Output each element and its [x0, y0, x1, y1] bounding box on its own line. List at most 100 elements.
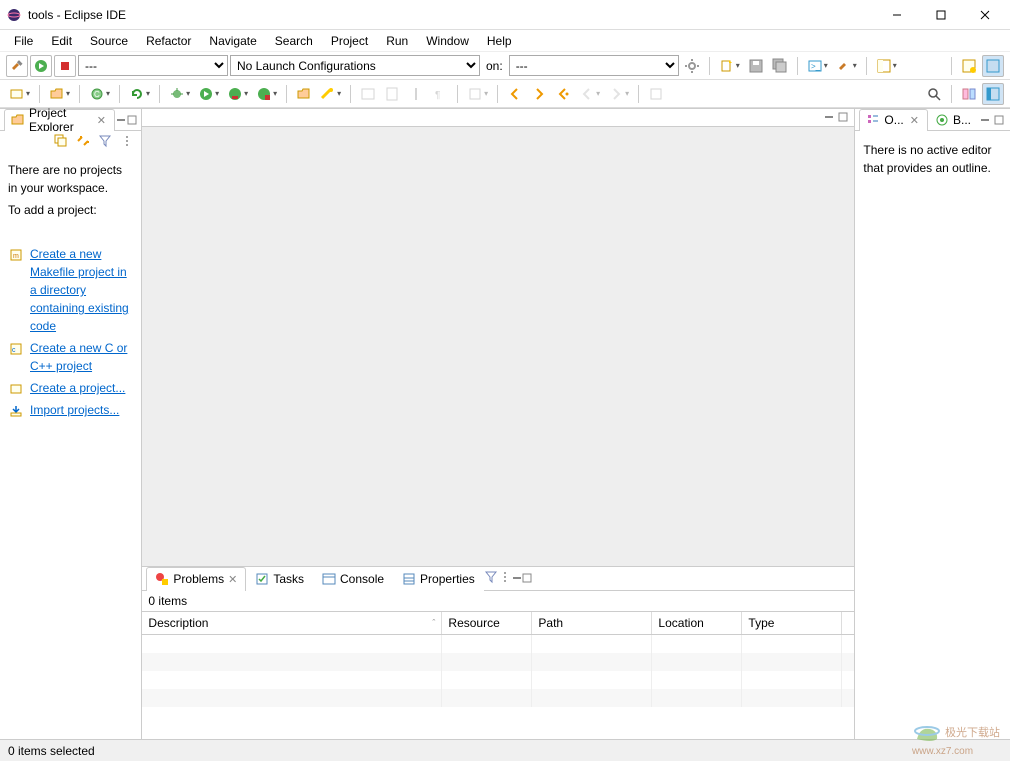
status-text: 0 items selected	[8, 744, 95, 758]
cpp-perspective-icon[interactable]	[982, 55, 1004, 77]
build-targets-tab[interactable]: B...	[928, 109, 978, 131]
maximize-view-icon[interactable]	[522, 572, 532, 586]
menu-run[interactable]: Run	[378, 32, 416, 50]
menu-window[interactable]: Window	[418, 32, 477, 50]
close-button[interactable]	[972, 5, 998, 25]
collapse-all-icon[interactable]	[53, 133, 69, 149]
perspective-icon[interactable]: ▾	[873, 55, 900, 77]
new-class-icon[interactable]: C▾	[86, 83, 113, 105]
editor-maximize-icon[interactable]	[838, 111, 848, 125]
search-access-icon[interactable]	[923, 83, 945, 105]
new-folder-icon[interactable]: ▾	[46, 83, 73, 105]
menu-source[interactable]: Source	[82, 32, 136, 50]
outline-tab[interactable]: O... ✕	[859, 109, 928, 131]
menu-file[interactable]: File	[6, 32, 41, 50]
gear-icon[interactable]	[681, 55, 703, 77]
filter-icon[interactable]	[484, 570, 498, 587]
minimize-view-icon[interactable]	[115, 113, 126, 127]
maximize-view-icon[interactable]	[992, 113, 1006, 127]
open-type-icon[interactable]	[293, 83, 315, 105]
window-title: tools - Eclipse IDE	[28, 8, 884, 22]
save-icon[interactable]	[745, 55, 767, 77]
run-icon[interactable]	[30, 55, 52, 77]
task-icon[interactable]: ¶	[429, 83, 451, 105]
tab-properties[interactable]: Properties	[393, 567, 484, 591]
problems-view: Problems ✕ Tasks Console Properties	[142, 567, 854, 739]
stop-icon[interactable]	[54, 55, 76, 77]
menu-edit[interactable]: Edit	[43, 32, 80, 50]
link-create-makefile[interactable]: Create a new Makefile project in a direc…	[30, 245, 133, 335]
link-import-projects[interactable]: Import projects...	[30, 401, 119, 419]
tab-console[interactable]: Console	[313, 567, 393, 591]
maximize-button[interactable]	[928, 5, 954, 25]
view-menu-icon[interactable]	[119, 133, 135, 149]
menu-refactor[interactable]: Refactor	[138, 32, 199, 50]
properties-icon	[402, 572, 416, 586]
tab-tasks[interactable]: Tasks	[246, 567, 313, 591]
minimize-view-icon[interactable]	[978, 113, 992, 127]
history-back-icon[interactable]: ▾	[576, 83, 603, 105]
outline-icon	[866, 113, 880, 127]
minimize-button[interactable]	[884, 5, 910, 25]
quick-access-icon[interactable]	[958, 83, 980, 105]
coverage-icon[interactable]: ▾	[224, 83, 251, 105]
refresh-icon[interactable]: ▾	[126, 83, 153, 105]
toggle-breadcrumb-icon[interactable]	[357, 83, 379, 105]
open-perspective-icon[interactable]	[958, 55, 980, 77]
launch-config-select[interactable]: No Launch Configurations	[230, 55, 480, 76]
link-editor-icon[interactable]	[75, 133, 91, 149]
show-view-icon[interactable]	[982, 83, 1004, 105]
search-tool-icon[interactable]: ▾	[317, 83, 344, 105]
pin-editor-icon[interactable]	[645, 83, 667, 105]
col-description[interactable]: Description ˆ	[142, 612, 442, 634]
back-nav-icon[interactable]	[504, 83, 526, 105]
filter-icon[interactable]	[97, 133, 113, 149]
project-explorer-tab[interactable]: Project Explorer ✕	[4, 109, 115, 131]
menu-help[interactable]: Help	[479, 32, 520, 50]
view-menu-icon[interactable]	[498, 570, 512, 587]
run-mode-select[interactable]: ---	[78, 55, 228, 76]
history-fwd-icon[interactable]: ▾	[605, 83, 632, 105]
editor-area	[142, 109, 854, 567]
close-icon[interactable]: ✕	[908, 114, 921, 127]
tab-problems[interactable]: Problems ✕	[146, 567, 246, 591]
menu-search[interactable]: Search	[267, 32, 321, 50]
new-project-icon[interactable]: ▾	[6, 83, 33, 105]
maximize-view-icon[interactable]	[126, 113, 137, 127]
close-icon[interactable]: ✕	[95, 114, 108, 127]
generic-project-icon	[8, 381, 24, 397]
on-label: on:	[482, 59, 507, 73]
minimize-view-icon[interactable]	[512, 572, 522, 586]
save-all-icon[interactable]	[769, 55, 791, 77]
editor-minimize-icon[interactable]	[824, 111, 834, 125]
target-select[interactable]: ---	[509, 55, 679, 76]
col-type[interactable]: Type	[742, 612, 842, 634]
menu-navigate[interactable]: Navigate	[201, 32, 264, 50]
terminal-icon[interactable]: >_▾	[804, 55, 831, 77]
project-explorer-view: Project Explorer ✕ There are no projects…	[0, 109, 142, 739]
link-create-cpp[interactable]: Create a new C or C++ project	[30, 339, 133, 375]
run-last-icon[interactable]: ▾	[195, 83, 222, 105]
problems-icon	[155, 572, 169, 586]
pin-icon[interactable]	[405, 83, 427, 105]
build-config-icon[interactable]: ▾	[833, 55, 860, 77]
last-edit-icon[interactable]	[552, 83, 574, 105]
menu-project[interactable]: Project	[323, 32, 376, 50]
col-path[interactable]: Path	[532, 612, 652, 634]
svg-text:C: C	[94, 90, 100, 99]
forward-nav-icon[interactable]	[528, 83, 550, 105]
debug-icon[interactable]: ▾	[166, 83, 193, 105]
hammer-build-icon[interactable]	[6, 55, 28, 77]
new-icon[interactable]: ▾	[716, 55, 743, 77]
show-whitespace-icon[interactable]: ▾	[464, 83, 491, 105]
import-icon	[8, 403, 24, 419]
link-create-project[interactable]: Create a project...	[30, 379, 125, 397]
bookmark-icon[interactable]	[381, 83, 403, 105]
problems-table[interactable]: Description ˆ Resource Path Location Typ…	[142, 611, 854, 739]
col-resource[interactable]: Resource	[442, 612, 532, 634]
col-location[interactable]: Location	[652, 612, 742, 634]
profile-icon[interactable]: ▾	[253, 83, 280, 105]
close-icon[interactable]: ✕	[228, 573, 237, 586]
cpp-project-icon: c	[8, 341, 24, 357]
titlebar: tools - Eclipse IDE	[0, 0, 1010, 30]
